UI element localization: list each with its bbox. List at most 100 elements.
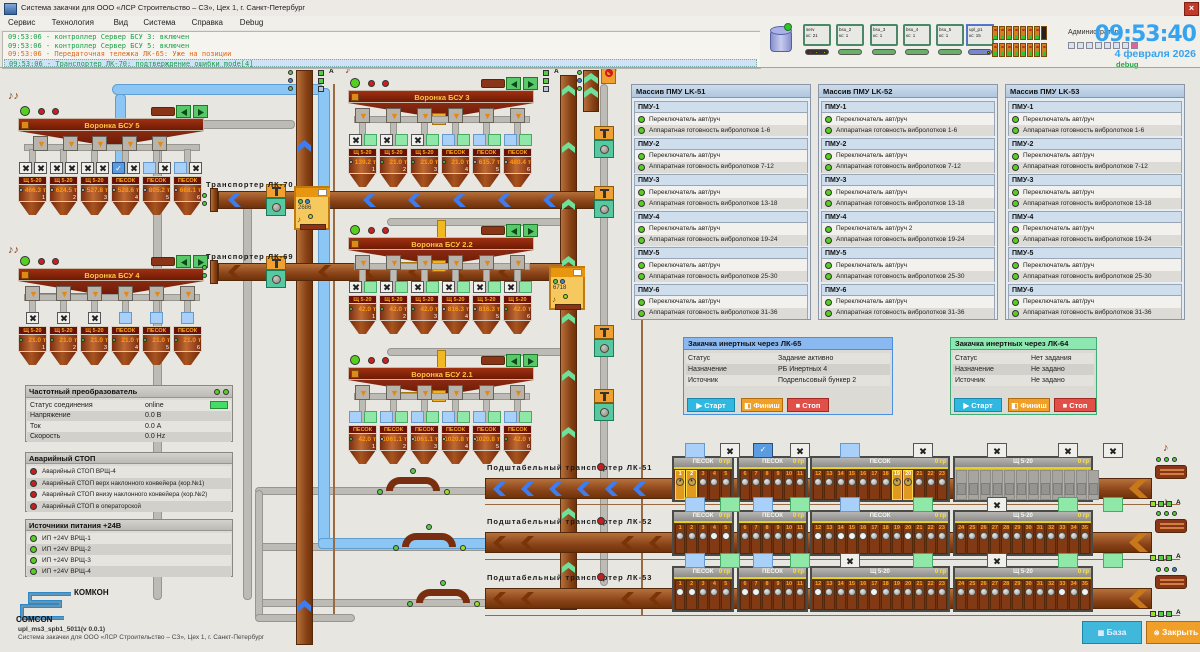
- vibro-feeder-lk53-33[interactable]: 33: [1057, 580, 1067, 610]
- vibro-feeder-lk52-35[interactable]: 35: [1080, 524, 1090, 554]
- gate-button[interactable]: ▼: [386, 108, 401, 123]
- silo-bsu5-2[interactable]: Щ 5-20624.5 т2: [49, 176, 78, 216]
- silo-mode-bsu22-4[interactable]: [457, 281, 470, 293]
- vibro-feeder-lk51-1[interactable]: 1*: [675, 470, 685, 500]
- silo-mode-bsu5-2[interactable]: [65, 162, 78, 174]
- controller-monitor-bsu_5[interactable]: bsu_5 кс: 1: [936, 24, 964, 46]
- vibro-feeder-lk51-17[interactable]: 17: [869, 470, 879, 500]
- vibro-feeder-lk53-22[interactable]: 22: [926, 580, 936, 610]
- silo-bsu3-5[interactable]: ПЕСОК615.7 т5: [472, 148, 501, 188]
- vibro-feeder-lk52-27[interactable]: 27: [990, 524, 1000, 554]
- vibro-feeder-lk53-3[interactable]: 3: [698, 580, 708, 610]
- silo-bsu4-3[interactable]: Щ 5-2021.0 т3: [80, 326, 109, 366]
- conveyor-lk52-btn-7[interactable]: [987, 497, 1007, 512]
- vibro-feeder-lk53-28[interactable]: 28: [1001, 580, 1011, 610]
- vibro-feeder-lk53-6[interactable]: 6: [740, 580, 750, 610]
- silo-select-bsu3-5[interactable]: [473, 134, 486, 146]
- silo-bsu22-6[interactable]: Щ 5-2042.0 т6: [503, 295, 532, 335]
- window-close-button[interactable]: ×: [1184, 2, 1199, 16]
- silo-select-bsu5-2[interactable]: [50, 162, 63, 174]
- vibro-feeder[interactable]: [1076, 470, 1087, 500]
- gate-button[interactable]: ▼: [87, 286, 102, 301]
- silo-mode-bsu21-6[interactable]: [519, 411, 532, 423]
- conveyor-lk53-btn-8[interactable]: [1058, 553, 1078, 568]
- gate-button[interactable]: ▼: [180, 286, 195, 301]
- conveyor-lk53-btn-7[interactable]: [987, 553, 1007, 568]
- conveyor-lk52-btn-1[interactable]: [685, 497, 705, 512]
- menu-item-1[interactable]: Сервис: [6, 18, 37, 29]
- incline-conveyor-lk65[interactable]: [296, 70, 313, 645]
- vibro-feeder-lk51-19[interactable]: 19*: [892, 470, 902, 500]
- vibro-feeder-lk53-4[interactable]: 4: [709, 580, 719, 610]
- silo-select-bsu22-2[interactable]: [380, 281, 393, 293]
- vibro-feeder-lk52-26[interactable]: 26: [979, 524, 989, 554]
- gate-button[interactable]: ▼: [448, 108, 463, 123]
- controller-monitor-bsu_3[interactable]: bsu_3 кс: 1: [870, 24, 898, 46]
- close-button[interactable]: ⊗ Закрыть: [1146, 621, 1200, 644]
- gate-button[interactable]: ▼: [92, 136, 107, 151]
- transfer-cart-6718[interactable]: 6718♪: [549, 266, 585, 310]
- silo-select-bsu5-6[interactable]: [174, 162, 187, 174]
- vibro-feeder-lk53-14[interactable]: 14: [836, 580, 846, 610]
- silo-bsu22-4[interactable]: Щ 5-20816.3 т4: [441, 295, 470, 335]
- silo-bsu5-4[interactable]: ПЕСОК528.6 т4: [111, 176, 140, 216]
- conveyor-lk51-btn-7[interactable]: [987, 443, 1007, 458]
- log-line[interactable]: 09:53:06 - Передаточная тележка ЛК-65: У…: [4, 50, 757, 59]
- vibro-feeder-lk52-17[interactable]: 17: [869, 524, 879, 554]
- vertical-conveyor-spine[interactable]: [560, 75, 577, 610]
- silo-bsu5-5[interactable]: ПЕСОК805.2 т5: [142, 176, 171, 216]
- vibro-feeder-lk53-18[interactable]: 18: [881, 580, 891, 610]
- vibro-feeder-lk53-13[interactable]: 13: [824, 580, 834, 610]
- vibro-feeder-lk52-3[interactable]: 3: [698, 524, 708, 554]
- vibro-feeder-lk52-30[interactable]: 30: [1024, 524, 1034, 554]
- vibro-feeder-lk51-11[interactable]: 11: [795, 470, 805, 500]
- gate-button[interactable]: ▼: [479, 385, 494, 400]
- silo-select-bsu4-4[interactable]: [119, 312, 132, 324]
- gate-valve-actuator[interactable]: [594, 325, 614, 339]
- silo-select-bsu22-3[interactable]: [411, 281, 424, 293]
- vibro-feeder-lk52-4[interactable]: 4: [709, 524, 719, 554]
- controller-monitor-serv[interactable]: serv кс: 21: [803, 24, 831, 46]
- vibro-feeder-lk51-10[interactable]: 10: [784, 470, 794, 500]
- silo-bsu21-4[interactable]: ПЕСОК1020.8 т4: [441, 425, 470, 465]
- vibro-feeder-lk53-2[interactable]: 2: [686, 580, 696, 610]
- silo-mode-bsu5-6[interactable]: [189, 162, 202, 174]
- vibro-feeder-lk52-28[interactable]: 28: [1001, 524, 1011, 554]
- silo-bsu3-2[interactable]: Щ 5-2021.0 т2: [379, 148, 408, 188]
- silo-bsu21-2[interactable]: ПЕСОК1061.1 т2: [379, 425, 408, 465]
- silo-select-bsu5-4[interactable]: ✓: [112, 162, 125, 174]
- vibro-feeder-lk53-12[interactable]: 12: [813, 580, 823, 610]
- conveyor-lk51-btn-3[interactable]: ✓: [753, 443, 773, 458]
- menu-item-2[interactable]: Технология: [50, 18, 96, 29]
- vibro-feeder-lk53-11[interactable]: 11: [795, 580, 805, 610]
- vibro-feeder-lk52-16[interactable]: 16: [858, 524, 868, 554]
- menu-item-6[interactable]: Debug: [238, 18, 266, 29]
- vibro-feeder-lk52-7[interactable]: 7: [751, 524, 761, 554]
- vibro-feeder-lk53-21[interactable]: 21: [914, 580, 924, 610]
- silo-mode-bsu22-5[interactable]: [488, 281, 501, 293]
- vibro-feeder-lk52-11[interactable]: 11: [795, 524, 805, 554]
- conveyor-lk53-btn-3[interactable]: [753, 553, 773, 568]
- vibro-feeder-lk53-19[interactable]: 19: [892, 580, 902, 610]
- vibro-feeder-lk52-10[interactable]: 10: [784, 524, 794, 554]
- silo-bsu3-1[interactable]: Щ 5-20139.2 т1: [348, 148, 377, 188]
- vibro-feeder-lk53-15[interactable]: 15: [847, 580, 857, 610]
- gate-button[interactable]: ▼: [448, 255, 463, 270]
- silo-mode-bsu21-4[interactable]: [457, 411, 470, 423]
- base-button[interactable]: ▦ База: [1082, 621, 1142, 644]
- gate-button[interactable]: ▼: [25, 286, 40, 301]
- vibro-feeder-lk52-31[interactable]: 31: [1035, 524, 1045, 554]
- silo-bsu5-6[interactable]: ПЕСОК668.1 т6: [173, 176, 202, 216]
- vibro-feeder-lk51-7[interactable]: 7: [751, 470, 761, 500]
- vibro-feeder-lk52-19[interactable]: 19: [892, 524, 902, 554]
- silo-bsu3-6[interactable]: ПЕСОК480.4 т6: [503, 148, 532, 188]
- silo-mode-bsu5-3[interactable]: [96, 162, 109, 174]
- conveyor-lk51-btn-2[interactable]: [720, 443, 740, 458]
- silo-mode-bsu22-2[interactable]: [395, 281, 408, 293]
- vibro-feeder-lk53-29[interactable]: 29: [1012, 580, 1022, 610]
- silo-mode-bsu3-5[interactable]: [488, 134, 501, 146]
- vibro-feeder-lk52-6[interactable]: 6: [740, 524, 750, 554]
- conveyor-lk53-btn-2[interactable]: [720, 553, 740, 568]
- conveyor-lk53-btn-6[interactable]: [913, 553, 933, 568]
- cart-left-button[interactable]: [506, 224, 521, 237]
